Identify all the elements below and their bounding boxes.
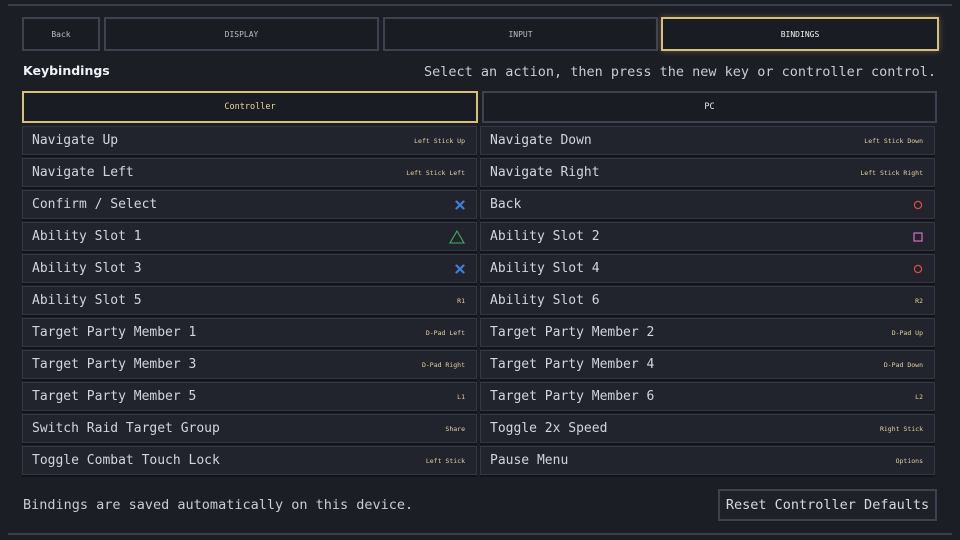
- binding-row[interactable]: Target Party Member 3 D-Pad Right: [22, 350, 477, 379]
- binding-action-label: Navigate Up: [32, 133, 119, 148]
- binding-row[interactable]: Target Party Member 2 D-Pad Up: [480, 318, 935, 347]
- binding-row[interactable]: Target Party Member 5 L1: [22, 382, 477, 411]
- binding-key-label: L2: [915, 392, 923, 401]
- binding-action-label: Target Party Member 4: [490, 357, 655, 372]
- binding-action-label: Switch Raid Target Group: [32, 421, 220, 436]
- top-frame-line: [8, 4, 952, 6]
- tab-input[interactable]: INPUT: [383, 17, 658, 51]
- binding-action-label: Ability Slot 5: [32, 293, 142, 308]
- binding-action-label: Target Party Member 1: [32, 325, 197, 340]
- binding-key-label: Options: [895, 456, 923, 465]
- binding-action-label: Toggle 2x Speed: [490, 421, 608, 436]
- binding-action-label: Target Party Member 5: [32, 389, 197, 404]
- binding-action-label: Back: [490, 197, 522, 212]
- tab-display[interactable]: DISPLAY: [104, 17, 379, 51]
- binding-key-label: Right Stick: [879, 424, 923, 433]
- binding-key-label: Left Stick Left: [406, 168, 465, 177]
- circle-button-icon: [913, 200, 923, 210]
- back-button[interactable]: Back: [22, 17, 100, 51]
- binding-action-label: Navigate Right: [490, 165, 600, 180]
- binding-row[interactable]: Ability Slot 6 R2: [480, 286, 935, 315]
- binding-key-label: D-Pad Right: [421, 360, 465, 369]
- binding-row[interactable]: Switch Raid Target Group Share: [22, 414, 477, 443]
- binding-action-label: Confirm / Select: [32, 197, 158, 212]
- binding-action-label: Target Party Member 6: [490, 389, 655, 404]
- circle-button-icon: [913, 264, 923, 274]
- binding-key-label: L1: [457, 392, 465, 401]
- binding-row[interactable]: Ability Slot 1: [22, 222, 477, 251]
- binding-row[interactable]: Toggle 2x Speed Right Stick: [480, 414, 935, 443]
- binding-row[interactable]: Target Party Member 1 D-Pad Left: [22, 318, 477, 347]
- binding-row[interactable]: Ability Slot 5 R1: [22, 286, 477, 315]
- cross-button-icon: [455, 199, 465, 210]
- bottom-frame-line: [8, 533, 952, 535]
- binding-key-label: D-Pad Up: [891, 328, 923, 337]
- binding-row[interactable]: Target Party Member 6 L2: [480, 382, 935, 411]
- binding-action-label: Pause Menu: [490, 453, 569, 468]
- triangle-button-icon: [449, 229, 465, 244]
- binding-action-label: Target Party Member 3: [32, 357, 197, 372]
- binding-action-label: Ability Slot 3: [32, 261, 142, 276]
- binding-key-label: Left Stick Up: [414, 136, 465, 145]
- binding-key-label: Left Stick: [425, 456, 465, 465]
- reset-controller-defaults-button[interactable]: Reset Controller Defaults: [718, 489, 937, 521]
- cross-button-icon: [455, 263, 465, 274]
- binding-row[interactable]: Navigate Left Left Stick Left: [22, 158, 477, 187]
- tab-bindings[interactable]: BINDINGS: [661, 17, 939, 51]
- binding-key-label: R1: [457, 296, 465, 305]
- binding-key-label: Left Stick Right: [860, 168, 923, 177]
- binding-key-label: R2: [915, 296, 923, 305]
- binding-key-label: Left Stick Down: [864, 136, 923, 145]
- binding-action-label: Ability Slot 6: [490, 293, 600, 308]
- binding-action-label: Target Party Member 2: [490, 325, 655, 340]
- tab-controller[interactable]: Controller: [22, 91, 478, 123]
- binding-action-label: Navigate Left: [32, 165, 134, 180]
- binding-row[interactable]: Navigate Up Left Stick Up: [22, 126, 477, 155]
- binding-action-label: Ability Slot 1: [32, 229, 142, 244]
- binding-row[interactable]: Toggle Combat Touch Lock Left Stick: [22, 446, 477, 475]
- page-title: Keybindings: [23, 63, 110, 78]
- binding-row[interactable]: Ability Slot 3: [22, 254, 477, 283]
- binding-row[interactable]: Back: [480, 190, 935, 219]
- binding-action-label: Ability Slot 4: [490, 261, 600, 276]
- tab-pc[interactable]: PC: [482, 91, 937, 123]
- binding-row[interactable]: Pause Menu Options: [480, 446, 935, 475]
- binding-action-label: Navigate Down: [490, 133, 592, 148]
- binding-key-label: D-Pad Left: [425, 328, 465, 337]
- binding-row[interactable]: Navigate Down Left Stick Down: [480, 126, 935, 155]
- square-button-icon: [913, 231, 923, 242]
- binding-row[interactable]: Confirm / Select: [22, 190, 477, 219]
- binding-key-label: Share: [445, 424, 465, 433]
- binding-action-label: Ability Slot 2: [490, 229, 600, 244]
- binding-row[interactable]: Ability Slot 2: [480, 222, 935, 251]
- binding-row[interactable]: Navigate Right Left Stick Right: [480, 158, 935, 187]
- autosave-note: Bindings are saved automatically on this…: [23, 497, 414, 513]
- binding-key-label: D-Pad Down: [883, 360, 923, 369]
- instruction-text: Select an action, then press the new key…: [423, 64, 936, 80]
- binding-row[interactable]: Ability Slot 4: [480, 254, 935, 283]
- binding-action-label: Toggle Combat Touch Lock: [32, 453, 220, 468]
- binding-row[interactable]: Target Party Member 4 D-Pad Down: [480, 350, 935, 379]
